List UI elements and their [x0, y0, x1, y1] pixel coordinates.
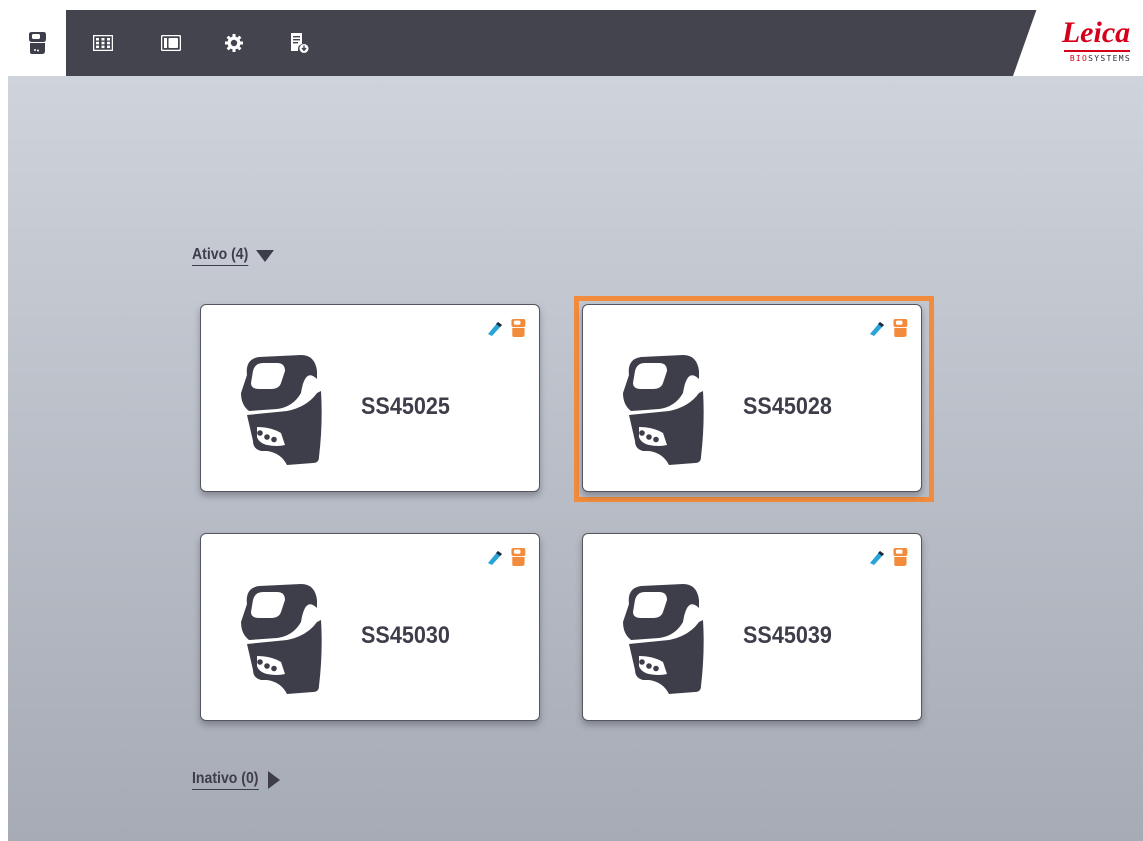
top-bar: Leica BIOSYSTEMS [8, 10, 1143, 76]
brand-logo-text: Leica [1061, 16, 1131, 49]
reagent-tag-icon [488, 322, 502, 336]
instrument-name: SS45030 [361, 622, 450, 649]
instrument-name: SS45039 [743, 622, 832, 649]
instrument-card[interactable]: SS45030 [200, 533, 540, 721]
brand-logo-subtitle: BIOSYSTEMS [1061, 54, 1131, 66]
nav-slides-button[interactable] [156, 28, 186, 58]
instrument-icon [241, 584, 322, 694]
section-active-label: Ativo (4) [192, 246, 249, 266]
instrument-name: SS45025 [361, 393, 450, 420]
card-status-icons [867, 317, 909, 339]
instrument-orange-icon [511, 548, 526, 566]
instrument-card[interactable]: SS45028 [582, 304, 922, 492]
brand-sub-bio: BIO [1069, 54, 1089, 63]
nav-reports-button[interactable] [284, 28, 314, 58]
slide-icon [161, 35, 181, 51]
card-status-icons [867, 546, 909, 568]
card-status-icons [485, 317, 527, 339]
reagent-tag-icon [870, 551, 884, 565]
reagent-tag-icon [870, 322, 884, 336]
instrument-orange-icon [893, 548, 908, 566]
instrument-card[interactable]: SS45039 [582, 533, 922, 721]
instrument-card[interactable]: SS45025 [200, 304, 540, 492]
instrument-orange-icon [893, 319, 908, 337]
app-window: Leica BIOSYSTEMS Ativo (4) SS45025 SS450… [8, 10, 1143, 841]
expanded-caret-icon [256, 250, 274, 262]
grid-icon [93, 35, 113, 51]
instrument-icon [29, 32, 46, 54]
gear-icon [225, 34, 243, 52]
card-status-icons [485, 546, 527, 568]
instrument-icon [623, 355, 704, 465]
reagent-tag-icon [488, 551, 502, 565]
section-active-toggle[interactable]: Ativo (4) [192, 244, 274, 268]
instrument-orange-icon [511, 319, 526, 337]
section-inactive-label: Inativo (0) [192, 770, 259, 790]
nav-settings-button[interactable] [219, 28, 249, 58]
report-download-icon [291, 33, 309, 53]
collapsed-caret-icon [267, 771, 280, 789]
instrument-name: SS45028 [743, 393, 832, 420]
brand-logo: Leica BIOSYSTEMS [1013, 10, 1143, 76]
brand-sub-systems: SYSTEMS [1088, 54, 1131, 63]
brand-logo-underline [1064, 50, 1130, 52]
section-inactive-toggle[interactable]: Inativo (0) [192, 768, 280, 792]
nav-instruments-button[interactable] [8, 10, 66, 76]
instrument-icon [241, 355, 322, 465]
nav-grid-button[interactable] [88, 28, 118, 58]
instrument-icon [623, 584, 704, 694]
